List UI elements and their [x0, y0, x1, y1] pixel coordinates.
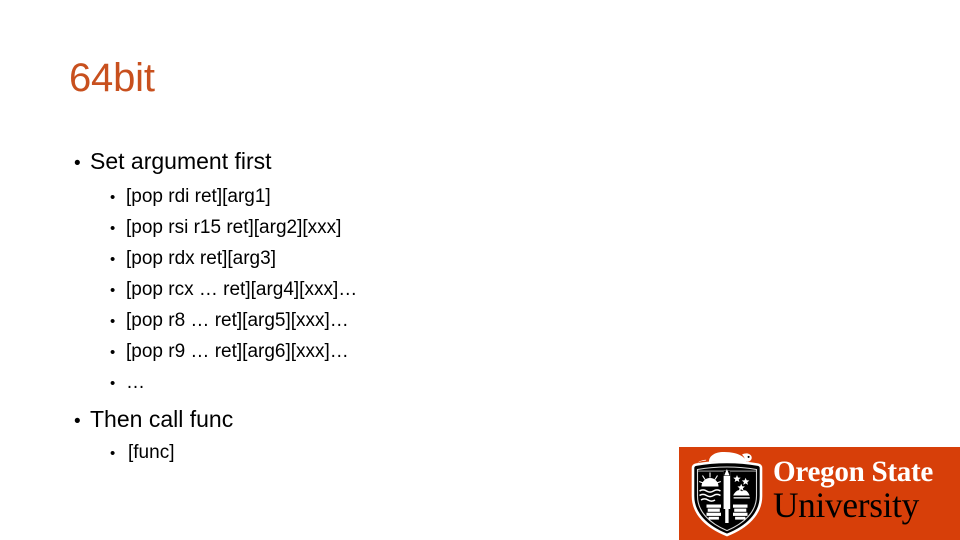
oregon-state-university-logo: Oregon State University	[679, 447, 960, 540]
bullet-marker-icon: •	[110, 282, 116, 299]
bullet-text: [func]	[128, 442, 175, 463]
slide-canvas: 64bit • Set argument first • [pop rdi ret][…	[0, 0, 960, 540]
bullet-item-level-2: • [pop rsi r15 ret][arg2][xxx]	[110, 216, 341, 240]
osu-wordmark-line-2: University	[773, 485, 920, 525]
bullet-marker-icon: •	[110, 313, 116, 330]
bullet-item-level-1: • Then call func	[74, 406, 233, 435]
bullet-text: Then call func	[90, 406, 234, 432]
bullet-text: Set argument first	[90, 148, 272, 174]
bullet-item-level-2: •…	[110, 371, 145, 395]
bullet-marker-icon: •	[110, 189, 116, 206]
bullet-item-level-2: • [pop rcx … ret][arg4][xxx]…	[110, 278, 357, 302]
bullet-marker-icon: •	[110, 445, 116, 462]
bullet-item-level-2: • [pop r9 … ret][arg6][xxx]…	[110, 340, 349, 364]
bullet-item-level-2: • [pop rdx ret][arg3]	[110, 247, 276, 271]
page-title: 64bit	[69, 56, 155, 100]
bullet-text: …	[126, 372, 145, 393]
bullet-text: [pop rdx ret][arg3]	[126, 248, 276, 269]
bullet-marker-icon: •	[110, 220, 116, 237]
bullet-text: [pop r9 … ret][arg6][xxx]…	[126, 341, 349, 362]
bullet-marker-icon: •	[74, 153, 81, 174]
osu-wordmark: Oregon State University	[773, 455, 958, 533]
beaver-shield-crest-icon	[691, 451, 763, 537]
bullet-text: [pop rsi r15 ret][arg2][xxx]	[126, 217, 342, 238]
bullet-item-level-2: • [pop rdi ret][arg1]	[110, 185, 271, 209]
bullet-item-level-2: • [pop r8 … ret][arg5][xxx]…	[110, 309, 349, 333]
bullet-text: [pop rcx … ret][arg4][xxx]…	[126, 279, 358, 300]
bullet-text: [pop rdi ret][arg1]	[126, 186, 271, 207]
bullet-marker-icon: •	[110, 344, 116, 361]
bullet-item-level-2: • [func]	[110, 441, 174, 465]
bullet-marker-icon: •	[110, 251, 116, 268]
osu-wordmark-line-1: Oregon State	[773, 455, 934, 488]
bullet-marker-icon: •	[74, 411, 81, 432]
bullet-marker-icon: •	[110, 375, 116, 392]
bullet-text: [pop r8 … ret][arg5][xxx]…	[126, 310, 349, 331]
bullet-item-level-1: • Set argument first	[74, 148, 272, 177]
